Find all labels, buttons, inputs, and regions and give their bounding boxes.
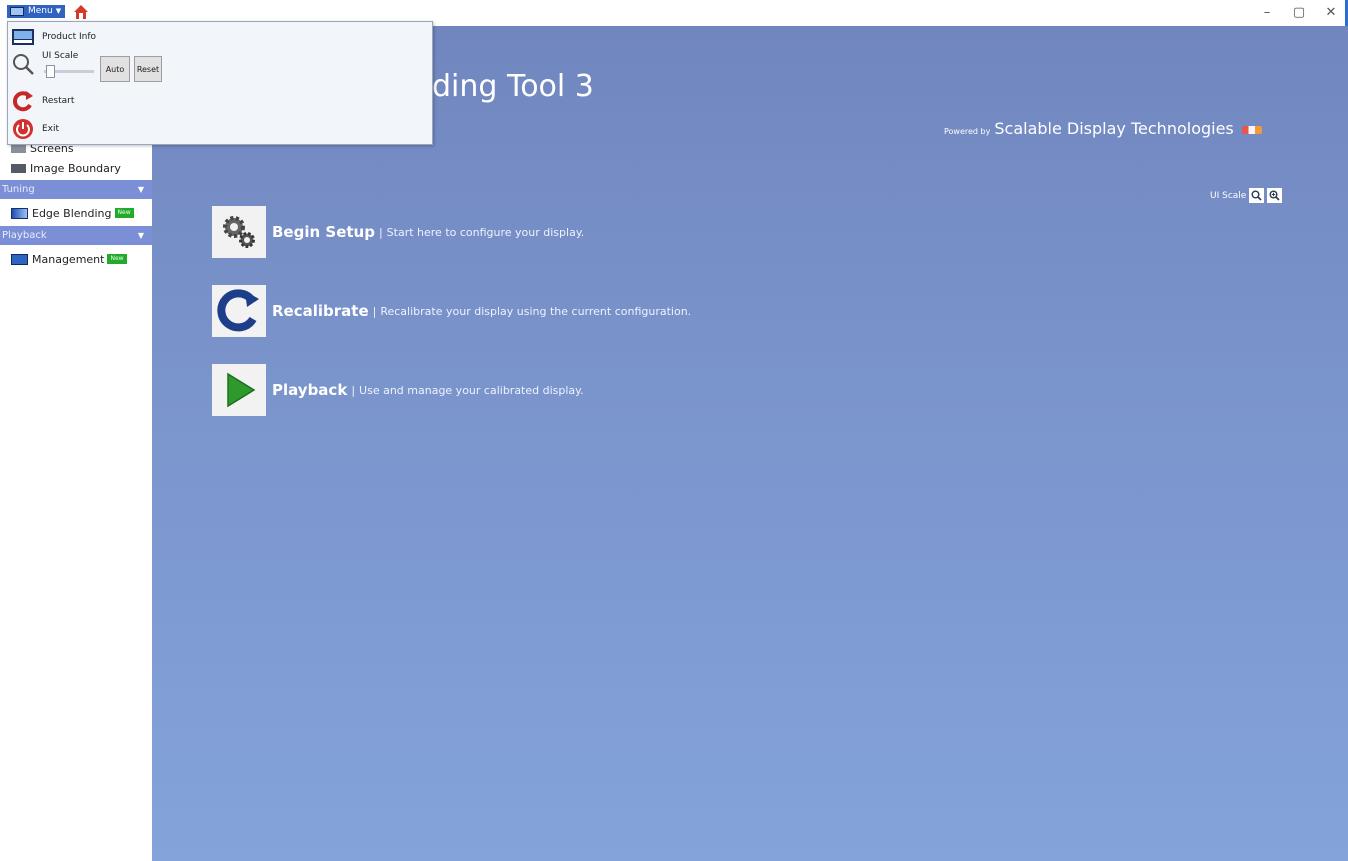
reset-button[interactable]: Reset bbox=[134, 56, 162, 82]
restore-button[interactable]: ▢ bbox=[1292, 5, 1306, 21]
action-name: Playback bbox=[272, 381, 348, 399]
chevron-down-icon: ▼ bbox=[55, 7, 62, 15]
sidebar-item-label: Image Boundary bbox=[30, 161, 121, 175]
menu-item-label: Exit bbox=[42, 124, 60, 134]
main-content: ding Tool 3 Powered by Scalable Display … bbox=[152, 26, 1348, 861]
menu-item-exit[interactable]: Exit bbox=[12, 118, 59, 140]
edge-blending-icon bbox=[11, 207, 28, 219]
sidebar-section-playback[interactable]: Playback ▼ bbox=[0, 226, 152, 245]
menu-item-label: Product Info bbox=[42, 32, 97, 42]
magnifier-icon bbox=[12, 53, 34, 75]
menu-dropdown: Product Info UI Scale Auto Reset Restart bbox=[7, 21, 433, 145]
sidebar-section-tuning[interactable]: Tuning ▼ bbox=[0, 180, 152, 199]
chevron-down-icon: ▼ bbox=[137, 185, 144, 194]
sidebar-item-image-boundary[interactable]: Image Boundary bbox=[0, 158, 152, 178]
zoom-out-icon bbox=[1251, 190, 1262, 201]
sidebar-item-edge-blending[interactable]: Edge Blending New bbox=[0, 203, 152, 223]
ui-scale-controls: UI Scale bbox=[1210, 188, 1283, 203]
action-description: Use and manage your calibrated display. bbox=[359, 383, 584, 397]
zoom-in-icon bbox=[1269, 190, 1280, 201]
menu-item-label: UI Scale bbox=[42, 51, 79, 61]
close-button[interactable]: ✕ bbox=[1324, 5, 1338, 21]
menu-item-product-info[interactable]: Product Info bbox=[12, 26, 96, 48]
menu-button-label: Menu bbox=[28, 6, 53, 16]
new-badge: New bbox=[107, 254, 127, 264]
management-icon bbox=[11, 253, 28, 265]
action-name: Recalibrate bbox=[272, 302, 369, 320]
begin-setup-action[interactable]: Begin Setup | Start here to configure yo… bbox=[212, 205, 584, 259]
play-icon bbox=[227, 372, 256, 408]
menu-button[interactable]: Menu ▼ bbox=[7, 5, 65, 18]
home-icon[interactable] bbox=[73, 4, 89, 20]
chevron-down-icon: ▼ bbox=[137, 231, 144, 240]
action-description: Start here to configure your display. bbox=[386, 225, 585, 239]
restart-icon bbox=[12, 90, 34, 112]
sidebar: Screens Image Boundary Tuning ▼ Edge Ble… bbox=[0, 26, 152, 861]
auto-button[interactable]: Auto bbox=[100, 56, 130, 82]
section-label: Tuning bbox=[2, 184, 35, 195]
sidebar-item-label: Edge Blending bbox=[32, 206, 112, 220]
action-name: Begin Setup bbox=[272, 223, 375, 241]
action-description: Recalibrate your display using the curre… bbox=[380, 304, 692, 318]
recalibrate-action[interactable]: Recalibrate | Recalibrate your display u… bbox=[212, 284, 691, 338]
recalibrate-icon bbox=[217, 289, 259, 332]
zoom-in-button[interactable] bbox=[1267, 188, 1283, 203]
menu-item-label: Restart bbox=[42, 96, 75, 106]
sidebar-item-management[interactable]: Management New bbox=[0, 249, 152, 269]
recalibrate-tile[interactable] bbox=[212, 285, 266, 337]
new-badge: New bbox=[114, 208, 134, 218]
playback-action[interactable]: Playback | Use and manage your calibrate… bbox=[212, 363, 584, 417]
section-label: Playback bbox=[2, 230, 47, 241]
ui-scale-slider-thumb[interactable] bbox=[46, 65, 55, 78]
gears-icon bbox=[223, 216, 255, 248]
image-boundary-icon bbox=[11, 163, 26, 173]
product-info-icon bbox=[12, 26, 34, 48]
menu-item-restart[interactable]: Restart bbox=[12, 90, 74, 112]
app-logo-icon bbox=[10, 7, 24, 16]
power-icon bbox=[12, 118, 34, 140]
powered-by: Powered by Scalable Display Technologies bbox=[944, 119, 1262, 138]
app-title: ding Tool 3 bbox=[432, 69, 594, 104]
separator: | bbox=[372, 304, 377, 318]
separator: | bbox=[378, 225, 383, 239]
company-logo-icon bbox=[1241, 126, 1262, 134]
window-controls: – ▢ ✕ bbox=[1260, 5, 1338, 21]
zoom-out-button[interactable] bbox=[1249, 188, 1265, 203]
company-name: Scalable Display Technologies bbox=[994, 119, 1234, 138]
powered-by-label: Powered by bbox=[944, 127, 991, 136]
sidebar-item-label: Management bbox=[32, 252, 105, 266]
playback-tile[interactable] bbox=[212, 364, 266, 416]
minimize-button[interactable]: – bbox=[1260, 5, 1274, 21]
separator: | bbox=[351, 383, 356, 397]
begin-setup-tile[interactable] bbox=[212, 206, 266, 258]
ui-scale-label: UI Scale bbox=[1210, 190, 1247, 201]
